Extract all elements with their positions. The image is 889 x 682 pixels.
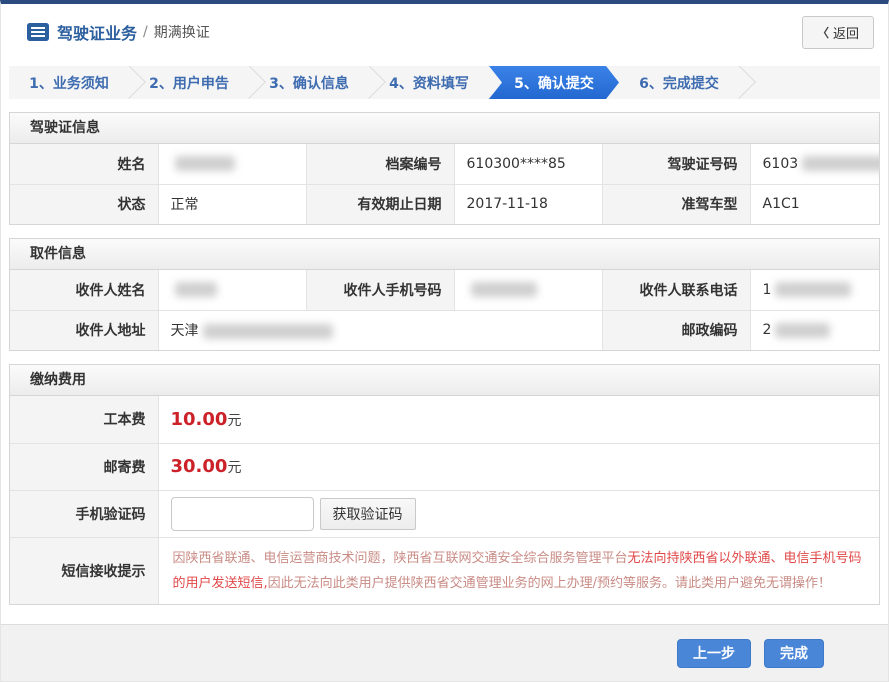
step-label: 3、确认信息 <box>269 73 349 93</box>
field-value-status: 正常 <box>158 184 306 224</box>
step-label: 4、资料填写 <box>389 73 469 93</box>
license-info-title: 驾驶证信息 <box>10 113 879 144</box>
field-label: 驾驶证号码 <box>602 144 750 184</box>
redacted-address <box>203 324 333 339</box>
get-sms-code-button[interactable]: 获取验证码 <box>320 498 416 530</box>
sms-notice-text: 因陕西省联通、电信运营商技术问题，陕西省互联网交通安全综合服务管理平台无法向持陕… <box>173 546 866 597</box>
table-row: 手机验证码 获取验证码 <box>10 490 879 537</box>
field-label: 手机验证码 <box>10 490 158 537</box>
license-info-section: 驾驶证信息 姓名 档案编号 610300****85 驾驶证号码 6103 状态… <box>9 112 880 225</box>
breadcrumb-current: 期满换证 <box>154 22 210 42</box>
field-label: 邮寄费 <box>10 443 158 490</box>
redacted-recipient-name <box>175 282 217 297</box>
payment-title: 缴纳费用 <box>10 365 879 396</box>
field-label: 姓名 <box>10 144 158 184</box>
field-value-name <box>158 144 306 184</box>
table-row: 工本费 10.00元 <box>10 396 879 443</box>
field-value-recipient-name <box>158 270 306 310</box>
field-label: 工本费 <box>10 396 158 443</box>
step-label: 1、业务须知 <box>29 73 109 93</box>
postage-fee-amount: 30.00 <box>171 456 228 477</box>
step-1-business-notice: 1、业务须知 <box>9 66 129 99</box>
breadcrumb-separator: / <box>143 24 148 40</box>
previous-step-button[interactable]: 上一步 <box>677 639 751 668</box>
field-value-production-fee: 10.00元 <box>158 396 879 443</box>
step-6-complete-submit: 6、完成提交 <box>619 66 739 99</box>
field-value-address: 天津 <box>158 310 602 350</box>
step-label: 5、确认提交 <box>514 73 594 93</box>
finish-button[interactable]: 完成 <box>764 639 824 668</box>
back-chevron-icon: 〈 <box>817 24 829 41</box>
license-no-prefix: 6103 <box>763 156 799 172</box>
page: 驾驶证业务 / 期满换证 〈 返回 1、业务须知 2、用户申告 3、确认信息 4… <box>0 0 889 682</box>
sms-code-input[interactable] <box>171 497 314 531</box>
redacted-name <box>175 156 235 171</box>
tel-prefix: 1 <box>763 282 772 298</box>
step-4-fill-data: 4、资料填写 <box>369 66 489 99</box>
currency-unit: 元 <box>227 460 241 476</box>
table-row: 短信接收提示 因陕西省联通、电信运营商技术问题，陕西省互联网交通安全综合服务管理… <box>10 537 879 604</box>
back-button[interactable]: 〈 返回 <box>802 16 874 49</box>
sms-notice-part3: 因此无法向此类用户提供陕西省交通管理业务的网上办理/预约等服务。请此类用户避免无… <box>268 576 831 591</box>
redacted-postcode <box>775 323 830 338</box>
sms-notice-part1: 因陕西省联通、电信运营商技术问题，陕西省互联网交通安全综合服务管理平台 <box>173 551 628 566</box>
field-label: 收件人手机号码 <box>306 270 454 310</box>
footer-action-bar: 上一步 完成 <box>1 624 888 681</box>
field-label: 状态 <box>10 184 158 224</box>
field-value-license-no: 6103 <box>750 144 879 184</box>
field-value-recipient-phone <box>454 270 602 310</box>
step-label: 6、完成提交 <box>639 73 719 93</box>
license-form-icon <box>27 23 49 41</box>
table-row: 状态 正常 有效期止日期 2017-11-18 准驾车型 A1C1 <box>10 184 879 224</box>
field-label: 收件人姓名 <box>10 270 158 310</box>
currency-unit: 元 <box>227 413 241 429</box>
license-info-table: 姓名 档案编号 610300****85 驾驶证号码 6103 状态 正常 有效… <box>10 144 879 224</box>
pickup-info-table: 收件人姓名 收件人手机号码 收件人联系电话 1 收件人地址 天津 邮政编码 2 <box>10 270 879 350</box>
step-progress-bar: 1、业务须知 2、用户申告 3、确认信息 4、资料填写 5、确认提交 6、完成提… <box>9 66 880 99</box>
field-label: 收件人地址 <box>10 310 158 350</box>
page-title: 驾驶证业务 <box>57 20 137 44</box>
step-5-confirm-submit-active: 5、确认提交 <box>489 66 619 99</box>
field-value-recipient-tel: 1 <box>750 270 879 310</box>
table-row: 姓名 档案编号 610300****85 驾驶证号码 6103 <box>10 144 879 184</box>
step-2-user-declaration: 2、用户申告 <box>129 66 249 99</box>
step-label: 2、用户申告 <box>149 73 229 93</box>
field-value-postcode: 2 <box>750 310 879 350</box>
field-label: 准驾车型 <box>602 184 750 224</box>
header: 驾驶证业务 / 期满换证 〈 返回 <box>1 4 888 60</box>
table-row: 收件人姓名 收件人手机号码 收件人联系电话 1 <box>10 270 879 310</box>
field-value-file-no: 610300****85 <box>454 144 602 184</box>
redacted-recipient-tel <box>775 282 851 297</box>
production-fee-amount: 10.00 <box>171 409 228 430</box>
back-button-label: 返回 <box>833 23 859 42</box>
field-value-sms-code: 获取验证码 <box>158 490 879 537</box>
field-value-sms-notice: 因陕西省联通、电信运营商技术问题，陕西省互联网交通安全综合服务管理平台无法向持陕… <box>158 537 879 604</box>
field-value-postage-fee: 30.00元 <box>158 443 879 490</box>
step-3-confirm-info: 3、确认信息 <box>249 66 369 99</box>
pickup-info-section: 取件信息 收件人姓名 收件人手机号码 收件人联系电话 1 收件人地址 天津 邮政… <box>9 238 880 351</box>
field-label: 收件人联系电话 <box>602 270 750 310</box>
address-prefix: 天津 <box>171 323 199 339</box>
field-value-vehicle-type: A1C1 <box>750 184 879 224</box>
postcode-prefix: 2 <box>763 322 772 338</box>
redacted-license-no <box>802 156 879 171</box>
payment-section: 缴纳费用 工本费 10.00元 邮寄费 30.00元 手机验证码 <box>9 364 880 605</box>
payment-table: 工本费 10.00元 邮寄费 30.00元 手机验证码 获取验证码 <box>10 396 879 604</box>
field-label: 短信接收提示 <box>10 537 158 604</box>
table-row: 邮寄费 30.00元 <box>10 443 879 490</box>
step-bar-filler <box>739 66 880 99</box>
field-value-expiry: 2017-11-18 <box>454 184 602 224</box>
field-label: 邮政编码 <box>602 310 750 350</box>
field-label: 档案编号 <box>306 144 454 184</box>
pickup-info-title: 取件信息 <box>10 239 879 270</box>
table-row: 收件人地址 天津 邮政编码 2 <box>10 310 879 350</box>
field-label: 有效期止日期 <box>306 184 454 224</box>
redacted-recipient-phone <box>471 282 537 297</box>
